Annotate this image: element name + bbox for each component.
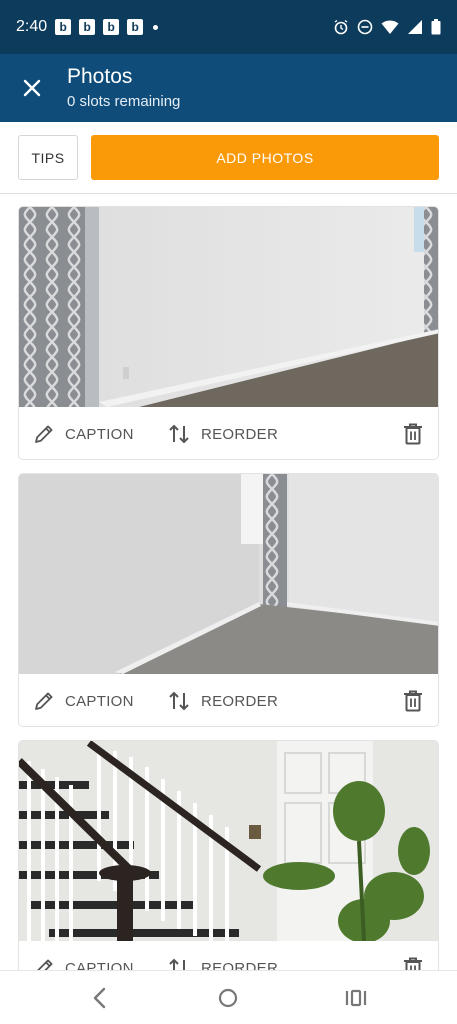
- close-button[interactable]: [18, 74, 46, 102]
- trash-icon: [404, 957, 422, 970]
- app-bar: Photos 0 slots remaining: [0, 54, 457, 122]
- status-bar: 2:40 b b b b: [0, 0, 457, 54]
- tips-button[interactable]: TIPS: [18, 135, 78, 180]
- staircase-photo: [19, 741, 438, 941]
- photo-thumbnail[interactable]: [19, 474, 438, 674]
- room-corner-photo: [19, 474, 438, 674]
- status-icons: [333, 19, 441, 35]
- delete-button[interactable]: [401, 687, 425, 715]
- back-icon: [93, 987, 106, 1009]
- reorder-button[interactable]: REORDER: [167, 420, 278, 448]
- photo-thumbnail[interactable]: [19, 207, 438, 407]
- notification-icon: b: [55, 19, 72, 35]
- reorder-button[interactable]: REORDER: [167, 687, 278, 715]
- status-time: 2:40: [16, 18, 48, 35]
- pencil-icon: [35, 692, 53, 710]
- battery-icon: [431, 19, 441, 35]
- card-actions: CAPTION REORDER: [19, 674, 438, 726]
- do-not-disturb-icon: [357, 19, 373, 35]
- system-nav-bar: [0, 970, 457, 1024]
- recents-icon: [345, 989, 367, 1007]
- signal-icon: [408, 20, 422, 34]
- reorder-icon: [169, 691, 189, 711]
- trash-icon: [404, 690, 422, 712]
- delete-button[interactable]: [401, 420, 425, 448]
- reorder-icon: [169, 424, 189, 444]
- reorder-label: REORDER: [201, 425, 279, 443]
- card-actions: CAPTION REORDER: [19, 941, 438, 970]
- back-button[interactable]: [88, 985, 112, 1011]
- reorder-icon: [169, 958, 185, 970]
- wifi-icon: [381, 20, 399, 34]
- recents-button[interactable]: [344, 986, 368, 1010]
- notification-icon: b: [103, 19, 120, 35]
- reorder-label: REORDER: [201, 692, 279, 710]
- page-title: Photos: [67, 65, 133, 88]
- reorder-button[interactable]: REORDER: [167, 954, 278, 970]
- caption-label: CAPTION: [65, 692, 134, 710]
- notification-icon: b: [79, 19, 96, 35]
- add-photos-button[interactable]: ADD PHOTOS: [91, 135, 439, 180]
- slots-remaining: 0 slots remaining: [67, 93, 181, 110]
- reorder-label: REORDER: [201, 959, 279, 971]
- caption-button[interactable]: CAPTION: [33, 954, 134, 970]
- caption-label: CAPTION: [65, 959, 134, 971]
- photo-card: CAPTION REORDER: [18, 206, 439, 460]
- photo-card: CAPTION REORDER: [18, 473, 439, 727]
- close-icon: [23, 79, 41, 97]
- pencil-icon: [37, 959, 53, 970]
- caption-label: CAPTION: [65, 425, 134, 443]
- photo-thumbnail[interactable]: [19, 741, 438, 941]
- card-actions: CAPTION REORDER: [19, 407, 438, 459]
- delete-button[interactable]: [401, 954, 425, 970]
- trash-icon: [404, 423, 422, 445]
- bedroom-wall-photo: [19, 207, 438, 407]
- home-button[interactable]: [216, 986, 240, 1010]
- more-notifications-icon: [153, 24, 159, 30]
- caption-button[interactable]: CAPTION: [33, 687, 134, 715]
- notification-icon: b: [127, 19, 144, 35]
- photo-card: CAPTION REORDER: [18, 740, 439, 970]
- home-icon: [218, 988, 238, 1008]
- alarm-icon: [334, 19, 348, 35]
- caption-button[interactable]: CAPTION: [33, 420, 134, 448]
- photo-list[interactable]: CAPTION REORDER CAPTION REORDER CAPTION …: [0, 194, 457, 970]
- pencil-icon: [35, 425, 53, 443]
- action-row: TIPS ADD PHOTOS: [0, 122, 457, 194]
